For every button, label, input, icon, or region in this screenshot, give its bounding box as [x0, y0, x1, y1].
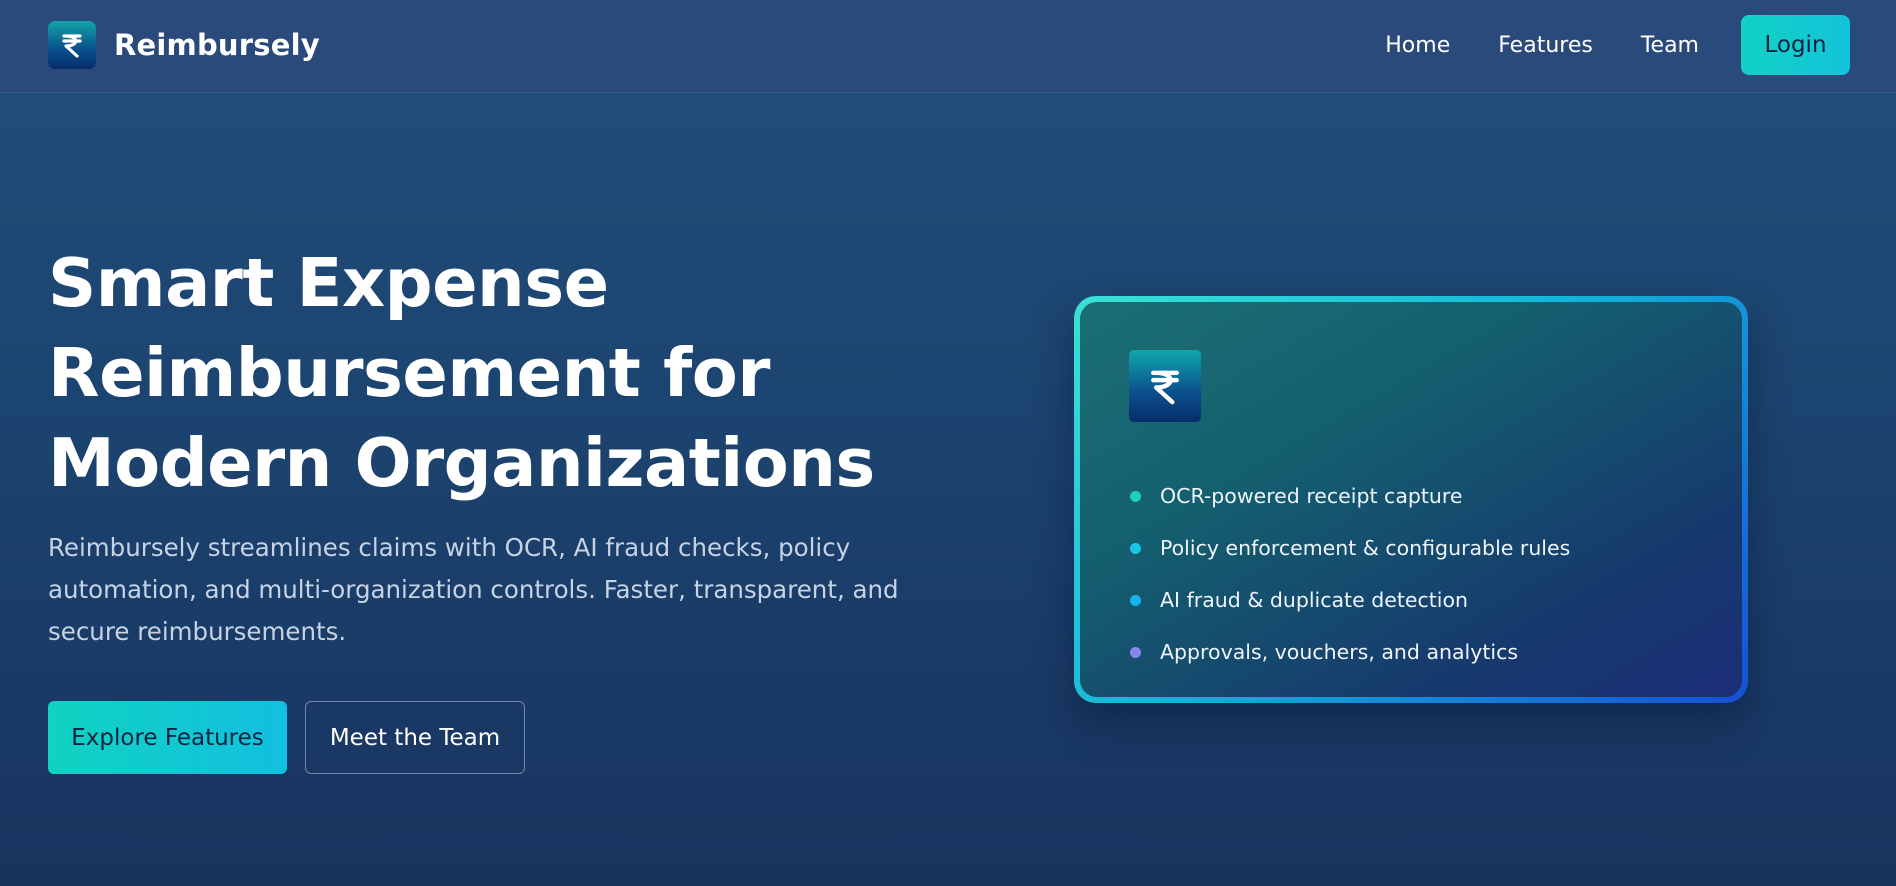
- hero-title-line: Modern Organizations: [48, 424, 875, 502]
- list-item: Policy enforcement & configurable rules: [1129, 522, 1570, 574]
- hero-buttons: Explore Features Meet the Team: [48, 701, 525, 774]
- bullet-dot-icon: [1130, 490, 1141, 502]
- bullet-dot-icon: [1130, 646, 1141, 658]
- hero-subtitle-line: secure reimbursements.: [48, 617, 347, 646]
- rupee-icon: [1129, 350, 1201, 422]
- feature-list: OCR-powered receipt capture Policy enfor…: [1129, 470, 1570, 678]
- meet-the-team-button[interactable]: Meet the Team: [305, 701, 525, 774]
- list-item: Approvals, vouchers, and analytics: [1129, 626, 1570, 678]
- feature-card-body: OCR-powered receipt capture Policy enfor…: [1080, 302, 1742, 697]
- hero-title-line: Reimbursement for: [48, 334, 770, 412]
- login-button[interactable]: Login: [1741, 15, 1850, 75]
- feature-label: Approvals, vouchers, and analytics: [1160, 640, 1519, 664]
- top-navbar: Reimbursely Home Features Team Login: [0, 0, 1896, 93]
- explore-features-button[interactable]: Explore Features: [48, 701, 287, 774]
- hero-title-line: Smart Expense: [48, 244, 609, 322]
- feature-label: OCR-powered receipt capture: [1160, 484, 1463, 508]
- rupee-icon: [48, 21, 96, 69]
- feature-label: Policy enforcement & configurable rules: [1160, 536, 1571, 560]
- list-item: AI fraud & duplicate detection: [1129, 574, 1570, 626]
- feature-label: AI fraud & duplicate detection: [1160, 588, 1469, 612]
- hero-subtitle-line: automation, and multi-organization contr…: [48, 575, 899, 604]
- feature-card: OCR-powered receipt capture Policy enfor…: [1074, 296, 1748, 703]
- bullet-dot-icon: [1130, 542, 1141, 554]
- nav-team-link[interactable]: Team: [1641, 33, 1699, 58]
- brand-name: Reimbursely: [114, 28, 320, 62]
- hero-subtitle-line: Reimbursely streamlines claims with OCR,…: [48, 533, 851, 562]
- nav-home-link[interactable]: Home: [1385, 33, 1450, 58]
- nav-links: Home Features Team Login: [1385, 15, 1850, 75]
- hero-title: Smart Expense Reimbursement for Modern O…: [48, 238, 928, 508]
- brand-link[interactable]: Reimbursely: [48, 21, 320, 69]
- hero-subtitle: Reimbursely streamlines claims with OCR,…: [48, 527, 908, 653]
- nav-features-link[interactable]: Features: [1498, 33, 1593, 58]
- list-item: OCR-powered receipt capture: [1129, 470, 1570, 522]
- bullet-dot-icon: [1130, 594, 1141, 606]
